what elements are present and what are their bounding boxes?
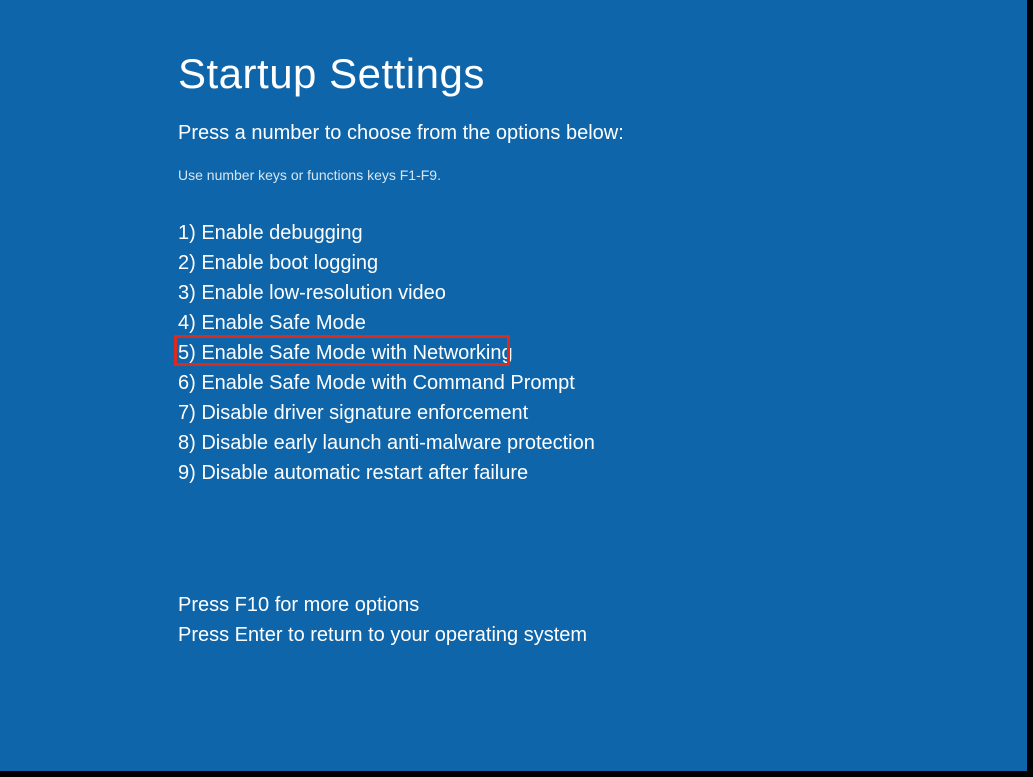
option-5-enable-safe-mode-networking[interactable]: 5) Enable Safe Mode with Networking <box>178 338 595 368</box>
footer-more-options: Press F10 for more options <box>178 590 587 620</box>
option-7-disable-driver-signature-enforcement[interactable]: 7) Disable driver signature enforcement <box>178 398 595 428</box>
options-list: 1) Enable debugging 2) Enable boot loggi… <box>178 218 595 488</box>
option-8-disable-early-launch-anti-malware[interactable]: 8) Disable early launch anti-malware pro… <box>178 428 595 458</box>
option-6-enable-safe-mode-command-prompt[interactable]: 6) Enable Safe Mode with Command Prompt <box>178 368 595 398</box>
instruction-text: Press a number to choose from the option… <box>178 122 624 145</box>
footer-return-os: Press Enter to return to your operating … <box>178 620 587 650</box>
hint-text: Use number keys or functions keys F1-F9. <box>178 167 441 183</box>
option-3-enable-low-resolution-video[interactable]: 3) Enable low-resolution video <box>178 278 595 308</box>
right-edge-border <box>1027 0 1033 777</box>
option-9-disable-automatic-restart[interactable]: 9) Disable automatic restart after failu… <box>178 458 595 488</box>
option-1-enable-debugging[interactable]: 1) Enable debugging <box>178 218 595 248</box>
page-title: Startup Settings <box>178 50 485 98</box>
option-2-enable-boot-logging[interactable]: 2) Enable boot logging <box>178 248 595 278</box>
bottom-edge-border <box>0 771 1033 777</box>
option-4-enable-safe-mode[interactable]: 4) Enable Safe Mode <box>178 308 595 338</box>
footer-block: Press F10 for more options Press Enter t… <box>178 590 587 650</box>
